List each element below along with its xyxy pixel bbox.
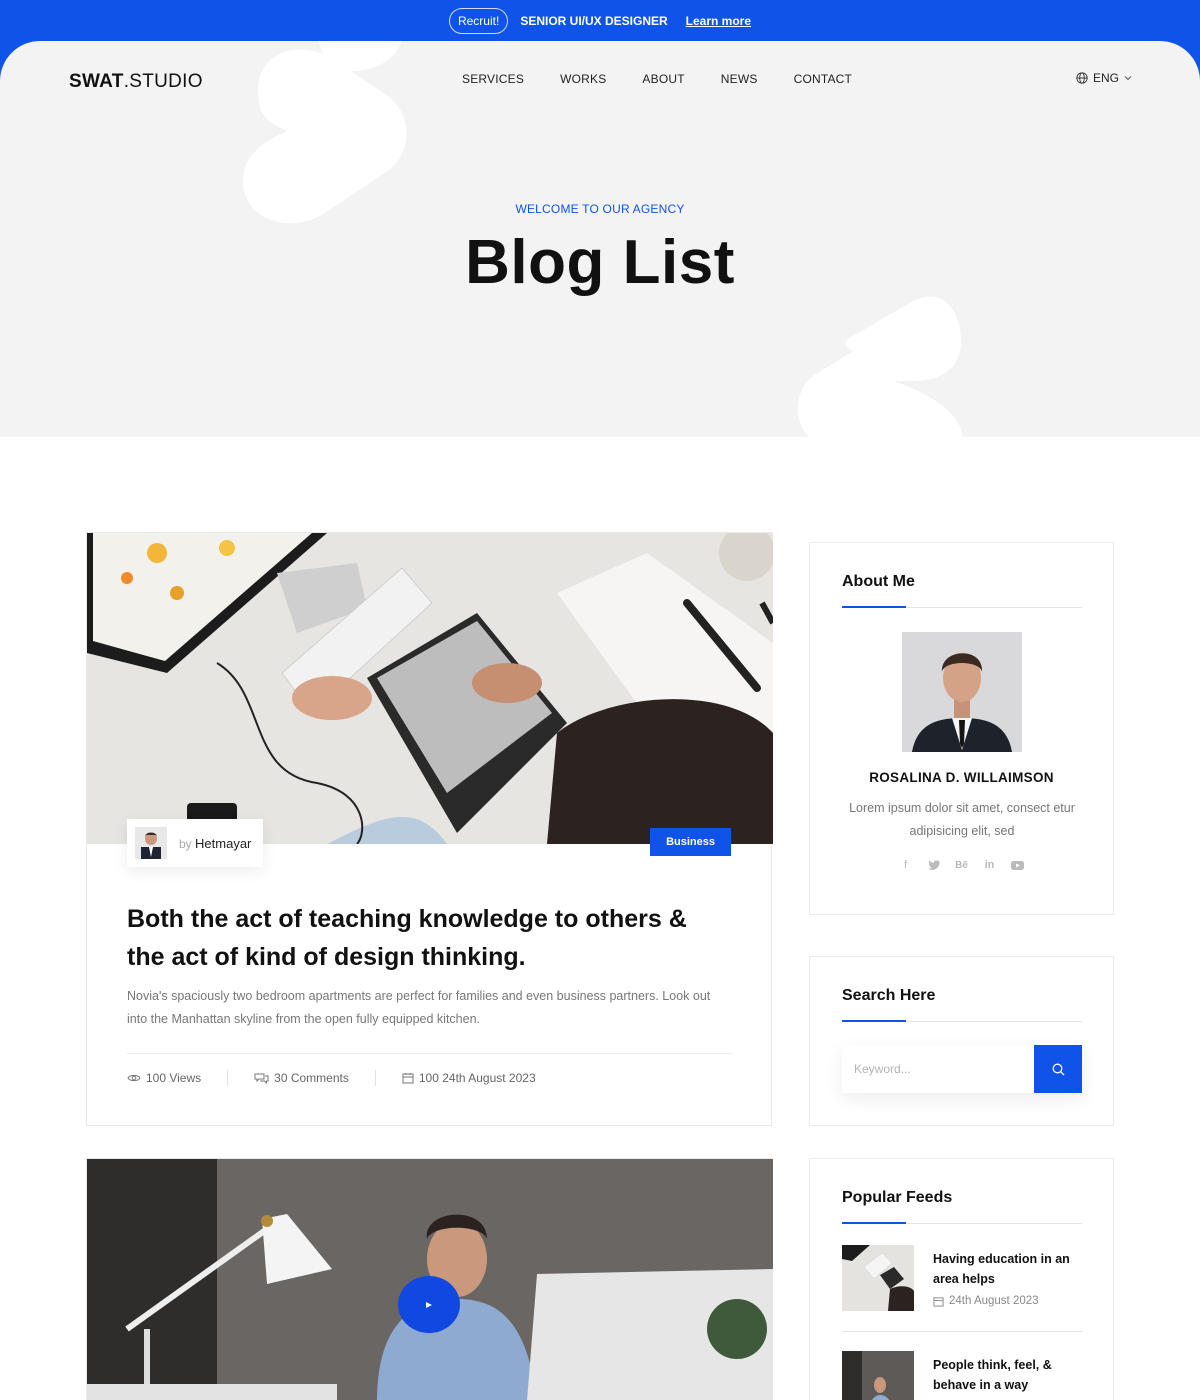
author-prefix: by [179,836,192,851]
widget-divider-accent [842,606,906,608]
desk-workspace-image [87,533,773,844]
feed-thumbnail [842,1245,914,1311]
date-meta: 100 24th August 2023 [402,1071,536,1085]
widget-title: About Me [842,573,915,590]
comments-count: 30 Comments [274,1071,349,1085]
language-label: ENG [1092,71,1119,85]
language-selector[interactable]: ENG [1076,71,1132,85]
nav-item-services[interactable]: SERVICES [462,72,524,86]
learn-more-link[interactable]: Learn more [686,14,751,28]
post-excerpt: Novia's spaciously two bedroom apartment… [127,989,711,1026]
main-nav: SERVICES WORKS ABOUT NEWS CONTACT [462,72,888,86]
youtube-icon[interactable] [1011,858,1025,872]
search-form [842,1045,1082,1093]
hero-section: SWAT.STUDIO SERVICES WORKS ABOUT NEWS CO… [0,41,1200,437]
views-count: 100 Views [146,1071,202,1085]
twitter-icon[interactable] [927,858,941,872]
social-links: f Bē in [810,858,1113,872]
play-video-button[interactable] [398,1276,460,1333]
hero-eyebrow: WELCOME TO OUR AGENCY [515,202,685,216]
author-line: by Hetmayar [179,836,251,851]
nav-item-contact[interactable]: CONTACT [794,72,853,86]
globe-icon [1076,72,1088,84]
feed-thumbnail [842,1351,914,1400]
comments-icon [254,1073,269,1084]
search-widget: Search Here [809,956,1114,1126]
blog-post-card: by Hetmayar Business Both the act of tea… [86,532,773,1126]
nav-item-news[interactable]: NEWS [721,72,758,86]
feed-divider [842,1331,1082,1332]
post-divider [127,1053,732,1054]
popular-feed-item[interactable]: People think, feel, & behave in a way [842,1351,1082,1400]
profile-photo [902,632,1022,752]
nav-item-about[interactable]: ABOUT [642,72,684,86]
views-meta: 100 Views [127,1071,201,1085]
feed-date: 24th August 2023 [933,1295,1039,1307]
author-box[interactable]: by Hetmayar [127,819,263,867]
page-title: Blog List [465,228,735,297]
meta-separator [374,1070,376,1086]
about-widget: About Me ROSALINA D. WILLAIMSON Lorem ip… [809,542,1114,915]
author-avatar [135,827,167,859]
search-icon [1052,1063,1064,1075]
feed-date-text: 24th August 2023 [949,1295,1039,1307]
blog-post-card [86,1158,773,1400]
linkedin-icon[interactable]: in [983,858,997,872]
popular-feed-item[interactable]: Having education in an area helps 24th A… [842,1245,1082,1311]
comments-meta[interactable]: 30 Comments [254,1071,349,1085]
facebook-icon[interactable]: f [899,858,913,872]
play-icon [426,1301,432,1308]
widget-title: Popular Feeds [842,1189,953,1206]
eye-icon [127,1074,141,1082]
chevron-down-icon [1124,76,1132,81]
post-meta: 100 Views 30 Comments 100 24th August 20… [127,1070,536,1086]
decorative-shape-bottom [798,296,963,437]
search-button[interactable] [1034,1045,1082,1093]
meta-separator [227,1070,229,1086]
nav-item-works[interactable]: WORKS [560,72,606,86]
widget-title: Search Here [842,987,936,1004]
feed-title[interactable]: People think, feel, & behave in a way [933,1355,1083,1395]
post-date: 100 24th August 2023 [418,1071,536,1085]
post-title[interactable]: Both the act of teaching knowledge to ot… [127,900,727,976]
popular-feeds-widget: Popular Feeds Having education in an are… [809,1158,1114,1400]
author-bio: Lorem ipsum dolor sit amet, consect etur… [849,801,1075,838]
author-name[interactable]: Hetmayar [195,836,251,851]
announcement-title: SENIOR UI/UX DESIGNER [520,14,668,28]
widget-divider-accent [842,1222,906,1224]
category-badge[interactable]: Business [650,828,731,856]
recruit-badge: Recruit! [448,8,509,34]
widget-divider-accent [842,1020,906,1022]
post-image[interactable] [87,533,773,844]
calendar-icon [402,1073,414,1084]
author-name: ROSALINA D. WILLAIMSON [869,770,1054,785]
brand-logo[interactable]: SWAT.STUDIO [69,71,203,93]
feed-title[interactable]: Having education in an area helps [933,1249,1083,1289]
search-input[interactable] [842,1045,1034,1093]
calendar-icon [933,1296,944,1307]
behance-icon[interactable]: Bē [955,858,969,872]
